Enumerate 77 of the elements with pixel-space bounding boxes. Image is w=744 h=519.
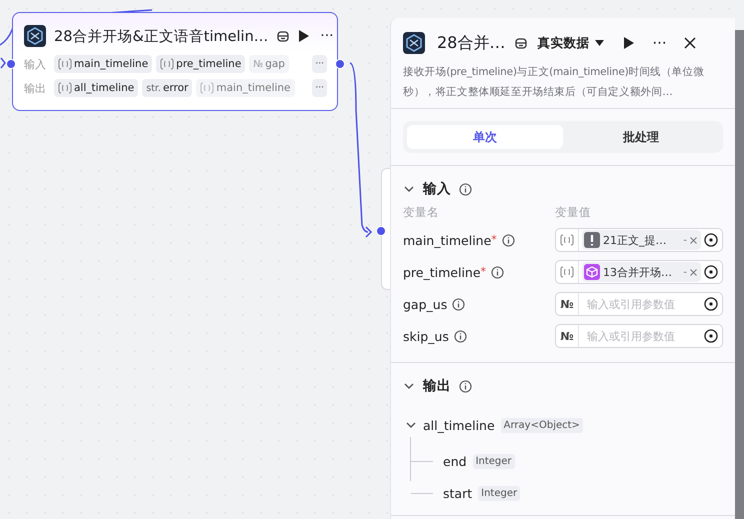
node-card[interactable]: 28合并开场&正文语音timelin… ··· 输入 main_timeline pre_timeline № gap ··· 输出 all_timeline str. error main_timeline ··· (12, 12, 338, 111)
variable-name: pre_timeline (176, 58, 242, 70)
info-icon (502, 234, 515, 246)
type-tag: Integer (478, 486, 520, 500)
connection-port[interactable] (376, 226, 386, 236)
play-icon[interactable] (623, 36, 636, 50)
column-header: 变量值 (555, 204, 592, 220)
braces-icon (560, 234, 574, 246)
braces-icon (560, 266, 574, 278)
info-icon (491, 266, 504, 278)
input-field[interactable]: 输入或引用参数值 (579, 330, 704, 342)
panel-title: 28合并… (437, 32, 506, 54)
info-icon (452, 298, 466, 310)
value-field[interactable]: № 输入或引用参数值 (555, 324, 723, 348)
info-icon (459, 182, 472, 196)
required-mark: * (491, 232, 497, 246)
variable-name: gap (265, 58, 285, 70)
value-field[interactable]: № 输入或引用参数值 (555, 292, 723, 316)
target-icon[interactable] (704, 329, 718, 343)
scrollbar[interactable] (735, 30, 744, 519)
logo-icon (403, 32, 425, 54)
variable-name: all_timeline (74, 82, 134, 94)
reference-suffix: - (683, 266, 687, 278)
section-title: 输出 (423, 377, 451, 395)
variable-name: skip_us (403, 328, 449, 344)
connection-port[interactable] (6, 59, 16, 69)
logo-icon (24, 25, 46, 47)
output-name: end (443, 454, 467, 468)
target-icon[interactable] (704, 233, 718, 247)
reference-name: 13合并开场… (603, 264, 673, 280)
output-name: start (443, 486, 472, 500)
variable-name: main_timeline (403, 232, 492, 248)
more-button[interactable]: ··· (312, 55, 327, 73)
type-tag: Integer (472, 454, 515, 468)
section-title: 输入 (423, 180, 451, 198)
tab[interactable]: 批处理 (563, 125, 719, 149)
tab[interactable]: 单次 (407, 125, 563, 149)
braces-icon (200, 82, 214, 94)
input-field[interactable]: 输入或引用参数值 (579, 298, 704, 310)
row-label: 输出 (24, 80, 47, 96)
variable-name: gap_us (403, 296, 448, 312)
type-label: str. (146, 82, 161, 94)
target-icon[interactable] (704, 297, 718, 311)
variable-name: pre_timeline (403, 264, 481, 280)
more-button[interactable]: ··· (312, 79, 327, 97)
value-field[interactable]: 13合并开场… - (555, 260, 723, 284)
node-card[interactable] (381, 168, 390, 290)
braces-icon (58, 58, 72, 70)
node-title: 28合并开场&正文语音timelin… (54, 28, 268, 46)
required-mark: * (480, 264, 486, 278)
type-label: № (253, 58, 264, 70)
play-icon[interactable] (298, 29, 310, 43)
value-field[interactable]: 21正文_提… - (555, 228, 723, 252)
row-label: 输入 (24, 56, 47, 72)
type-tag: Array<Object> (500, 418, 583, 432)
more-button[interactable]: ··· (652, 34, 667, 52)
data-source-dropdown[interactable]: 真实数据 (537, 34, 604, 52)
info-icon (459, 380, 472, 392)
reference-tag[interactable]: 21正文_提… - (582, 230, 701, 250)
more-button[interactable]: ··· (318, 28, 336, 44)
close-icon[interactable] (684, 37, 696, 49)
caret-icon (595, 40, 604, 46)
variable-name: main_timeline (74, 58, 148, 70)
column-header: 变量名 (403, 204, 440, 220)
variable-name: error (162, 82, 188, 94)
variable-name: main_timeline (216, 82, 291, 94)
reference-name: 21正文_提… (603, 232, 668, 248)
info-icon (454, 330, 467, 342)
reference-tag[interactable]: 13合并开场… - (582, 262, 701, 282)
connection-port[interactable] (335, 59, 345, 69)
type-label: № (560, 330, 574, 342)
type-label: № (560, 298, 574, 310)
reference-suffix: - (683, 234, 687, 246)
braces-icon (160, 58, 174, 70)
braces-icon (58, 82, 72, 94)
target-icon[interactable] (704, 265, 718, 279)
output-name: all_timeline (423, 418, 495, 432)
